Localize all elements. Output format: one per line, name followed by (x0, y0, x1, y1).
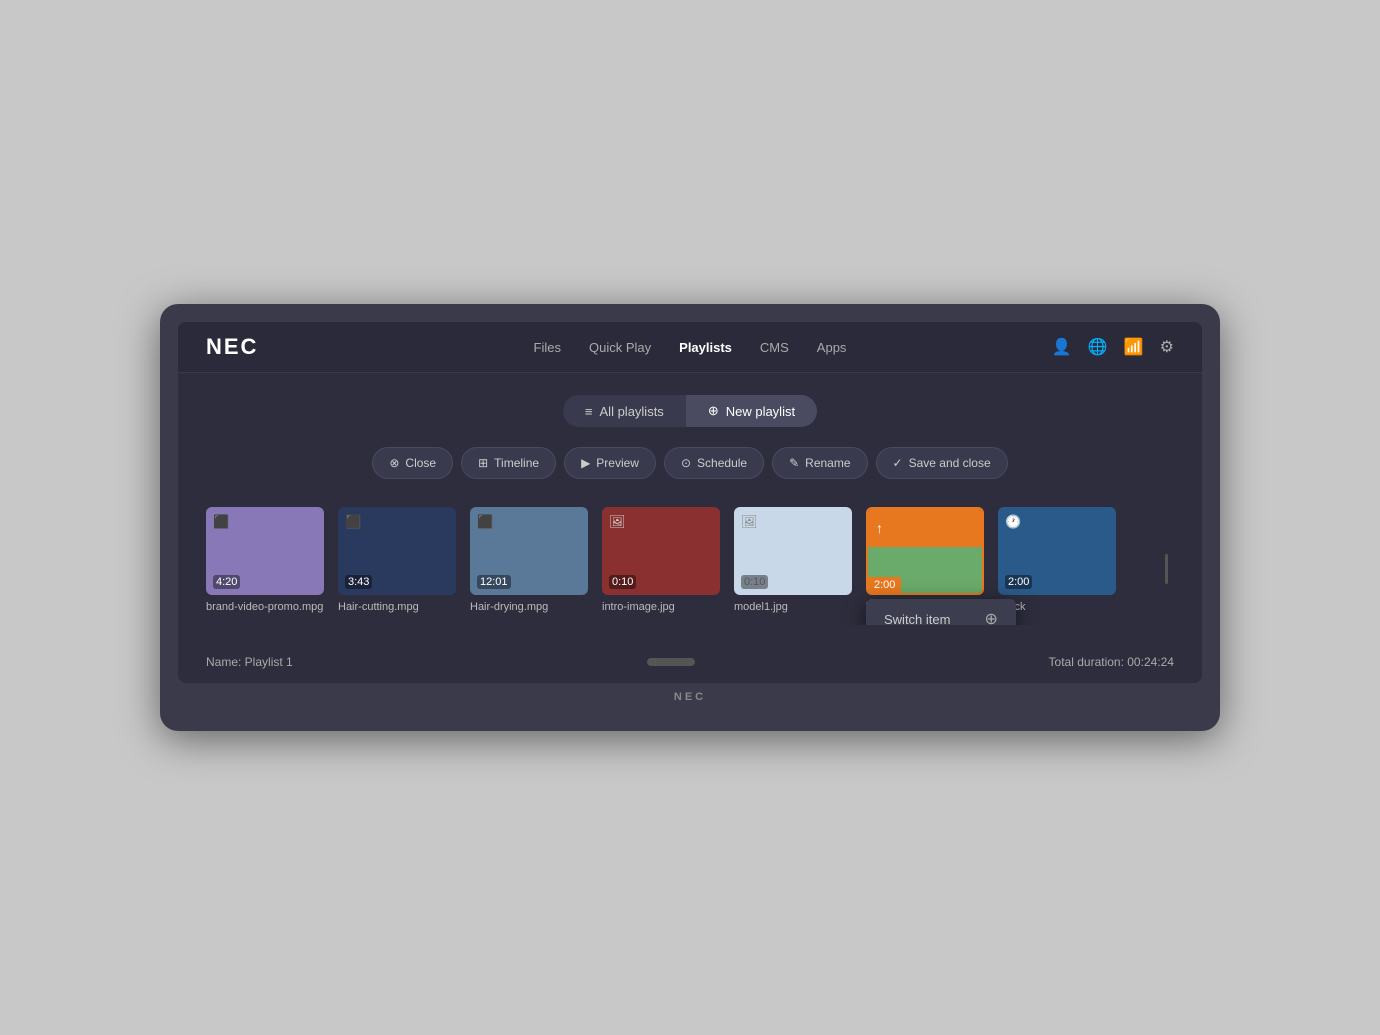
item-duration: 4:20 (213, 575, 240, 589)
switch-item-label: Switch item (884, 612, 950, 626)
item-name: Hair-drying.mpg (470, 601, 548, 613)
item-duration: 2:00 (1005, 575, 1032, 589)
save-close-button[interactable]: ✓ Save and close (876, 447, 1008, 479)
tab-all-playlists[interactable]: ≡ All playlists (563, 395, 686, 427)
nav-menu: Files Quick Play Playlists CMS Apps (534, 338, 847, 357)
schedule-icon: ⊙ (681, 456, 691, 470)
item-thumbnail: ⬛ 3:43 (338, 507, 456, 595)
list-item[interactable]: ⬛ 3:43 Hair-cutting.mpg (338, 507, 456, 613)
list-item[interactable]: 🖼 0:10 model1.jpg (734, 507, 852, 613)
scrollbar[interactable] (1165, 554, 1168, 584)
video-icon: ⬛ (345, 514, 361, 530)
item-duration: 3:43 (345, 575, 372, 589)
item-name: Hair-cutting.mpg (338, 601, 419, 613)
list-icon: ≡ (585, 404, 593, 419)
tab-new-playlist[interactable]: ⊕ New playlist (686, 395, 817, 427)
wifi-icon[interactable]: 📶 (1124, 337, 1144, 357)
settings-icon[interactable]: ⚙ (1160, 337, 1174, 357)
user-icon[interactable]: 👤 (1052, 337, 1072, 357)
item-thumbnail-selected: ↑ 2:00 (866, 507, 984, 595)
toolbar: ⊗ Close ⊞ Timeline ▶ Preview ⊙ Schedule … (206, 447, 1174, 479)
tv-screen: NEC Files Quick Play Playlists CMS Apps … (178, 322, 1202, 683)
tv-monitor: NEC Files Quick Play Playlists CMS Apps … (160, 304, 1220, 731)
preview-button[interactable]: ▶ Preview (564, 447, 656, 479)
item-thumbnail: 🕐 2:00 (998, 507, 1116, 595)
list-item[interactable]: 🕐 2:00 Clock (998, 507, 1116, 613)
nav-playlists[interactable]: Playlists (679, 338, 732, 357)
list-item[interactable]: ⬛ 4:20 brand-video-promo.mpg (206, 507, 324, 613)
all-playlists-label: All playlists (600, 404, 664, 419)
list-item[interactable]: ↑ 2:00 Weather Switch item ⊕ (866, 507, 984, 613)
video-icon: ⬛ (477, 514, 493, 530)
tab-bar: ≡ All playlists ⊕ New playlist (206, 395, 1174, 427)
plus-circle-icon: ⊕ (984, 609, 997, 625)
header: NEC Files Quick Play Playlists CMS Apps … (178, 322, 1202, 373)
clock-icon: 🕐 (1005, 514, 1021, 530)
video-icon: ⬛ (213, 514, 229, 530)
item-thumbnail: 🖼 0:10 (734, 507, 852, 595)
nav-cms[interactable]: CMS (760, 338, 789, 357)
play-icon: ▶ (581, 456, 590, 470)
image-icon: 🖼 (741, 514, 758, 530)
rename-button[interactable]: ✎ Rename (772, 447, 867, 479)
close-button[interactable]: ⊗ Close (372, 447, 453, 479)
item-name: intro-image.jpg (602, 601, 675, 613)
header-icons: 👤 🌐 📶 ⚙ (1052, 337, 1174, 357)
context-switch-item[interactable]: Switch item ⊕ (866, 599, 1016, 625)
close-icon: ⊗ (389, 456, 399, 470)
item-duration: 2:00 (868, 577, 901, 593)
item-name: model1.jpg (734, 601, 788, 613)
item-duration: 0:10 (741, 575, 768, 589)
image-icon: 🖼 (609, 514, 626, 530)
save-icon: ✓ (893, 456, 903, 470)
footer-handle[interactable] (647, 658, 695, 666)
new-playlist-label: New playlist (726, 404, 795, 419)
timeline-button[interactable]: ⊞ Timeline (461, 447, 556, 479)
rename-icon: ✎ (789, 456, 799, 470)
playlist-name: Name: Playlist 1 (206, 655, 293, 669)
list-item[interactable]: 🖼 0:10 intro-image.jpg (602, 507, 720, 613)
plus-icon: ⊕ (708, 403, 719, 419)
timeline-icon: ⊞ (478, 456, 488, 470)
main-content: ≡ All playlists ⊕ New playlist ⊗ Close ⊞… (178, 373, 1202, 645)
item-name: brand-video-promo.mpg (206, 601, 323, 613)
item-thumbnail: 🖼 0:10 (602, 507, 720, 595)
globe-icon[interactable]: 🌐 (1088, 337, 1108, 357)
item-duration: 0:10 (609, 575, 636, 589)
weather-arrow-icon: ↑ (876, 520, 883, 536)
list-item[interactable]: ⬛ 12:01 Hair-drying.mpg (470, 507, 588, 613)
item-thumbnail: ⬛ 12:01 (470, 507, 588, 595)
playlist-container: ⬛ 4:20 brand-video-promo.mpg ⬛ 3:43 Hair… (206, 507, 1174, 625)
tv-brand-label: NEC (178, 691, 1202, 703)
nav-apps[interactable]: Apps (817, 338, 847, 357)
item-thumbnail: ⬛ 4:20 (206, 507, 324, 595)
item-duration: 12:01 (477, 575, 511, 589)
total-duration: Total duration: 00:24:24 (1049, 655, 1174, 669)
logo: NEC (206, 334, 258, 360)
footer: Name: Playlist 1 Total duration: 00:24:2… (178, 645, 1202, 683)
nav-files[interactable]: Files (534, 338, 561, 357)
schedule-button[interactable]: ⊙ Schedule (664, 447, 764, 479)
playlist-area: ⬛ 4:20 brand-video-promo.mpg ⬛ 3:43 Hair… (206, 507, 1174, 625)
context-menu: Switch item ⊕ Duration 03:00 Reorder (866, 599, 1016, 625)
nav-quickplay[interactable]: Quick Play (589, 338, 651, 357)
